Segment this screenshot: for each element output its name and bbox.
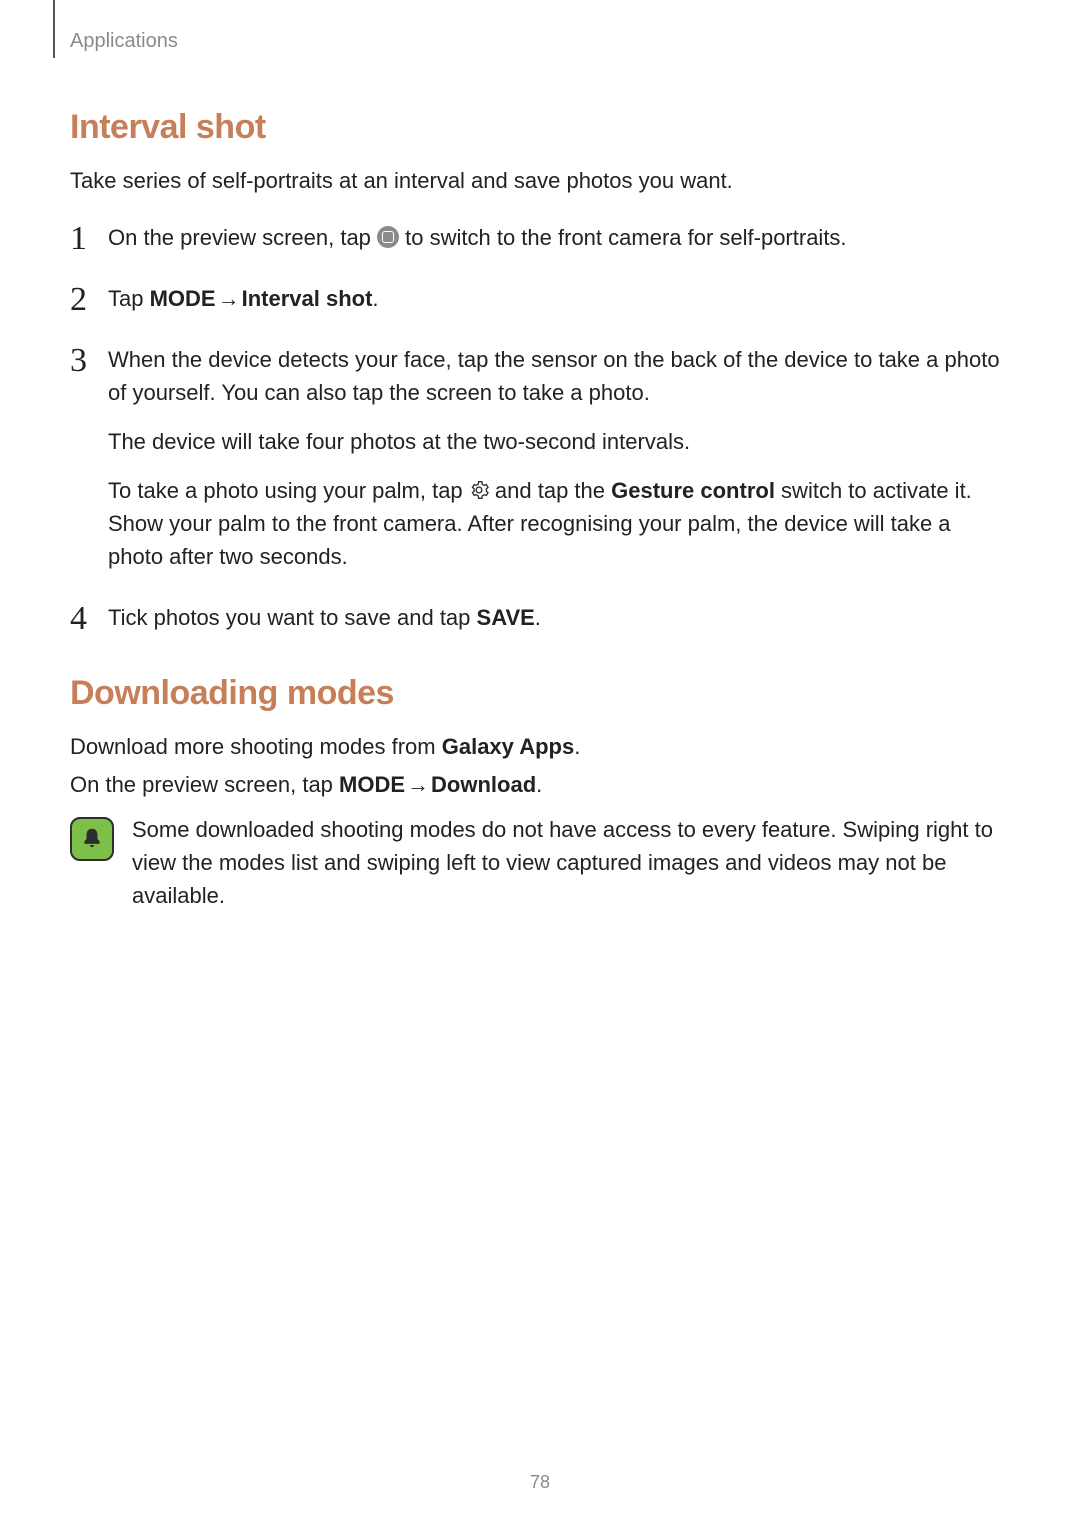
mode-target: Interval shot [242,286,373,311]
step-text: Tick photos you want to save and tap SAV… [108,601,1010,634]
step-3: 3 When the device detects your face, tap… [70,343,1010,573]
text-fragment: Download more shooting modes from [70,734,442,759]
mode-label: MODE [339,772,405,797]
save-label: SAVE [477,605,535,630]
header-rule [53,0,55,58]
step-2: 2 Tap MODE → Interval shot. [70,282,1010,315]
breadcrumb: Applications [70,30,178,53]
step-text: On the preview screen, tap to switch to … [108,221,1010,254]
text-fragment: to switch to the front camera for self-p… [405,225,846,250]
text-fragment: . [574,734,580,759]
step-1: 1 On the preview screen, tap to switch t… [70,221,1010,254]
gear-icon [469,480,489,500]
switch-camera-icon [377,226,399,248]
step-text: When the device detects your face, tap t… [108,343,1010,409]
page-number: 78 [0,1472,1080,1493]
note-block: Some downloaded shooting modes do not ha… [70,813,1010,912]
text-fragment: Tick photos you want to save and tap [108,605,477,630]
document-page: Applications Interval shot Take series o… [0,0,1080,1527]
section-text: Download more shooting modes from Galaxy… [70,731,1010,763]
section-title: Downloading modes [70,674,1010,713]
arrow-icon: → [216,282,242,315]
note-icon [70,817,114,861]
section-text: On the preview screen, tap MODE → Downlo… [70,769,1010,801]
step-text: To take a photo using your palm, tap and… [108,474,1010,573]
section-downloading-modes: Downloading modes Download more shooting… [70,674,1010,912]
step-number: 3 [70,335,100,386]
step-number: 1 [70,213,100,264]
step-text: Tap MODE → Interval shot. [108,282,1010,315]
text-fragment: . [536,772,542,797]
arrow-icon: → [405,769,431,801]
text-fragment: To take a photo using your palm, tap [108,478,469,503]
note-text: Some downloaded shooting modes do not ha… [132,813,1010,912]
step-number: 2 [70,274,100,325]
text-fragment: On the preview screen, tap [70,772,339,797]
section-intro: Take series of self-portraits at an inte… [70,165,1010,197]
download-label: Download [431,772,536,797]
text-fragment: Tap [108,286,150,311]
step-text: The device will take four photos at the … [108,425,1010,458]
step-number: 4 [70,593,100,644]
gesture-control-label: Gesture control [611,478,775,503]
section-title: Interval shot [70,108,1010,147]
text-fragment: On the preview screen, tap [108,225,377,250]
page-content: Interval shot Take series of self-portra… [70,0,1010,912]
step-4: 4 Tick photos you want to save and tap S… [70,601,1010,634]
text-fragment: . [535,605,541,630]
text-fragment: and tap the [495,478,611,503]
text-fragment: . [372,286,378,311]
section-interval-shot: Interval shot Take series of self-portra… [70,108,1010,634]
galaxy-apps-label: Galaxy Apps [442,734,574,759]
steps-list: 1 On the preview screen, tap to switch t… [70,221,1010,634]
mode-label: MODE [150,286,216,311]
